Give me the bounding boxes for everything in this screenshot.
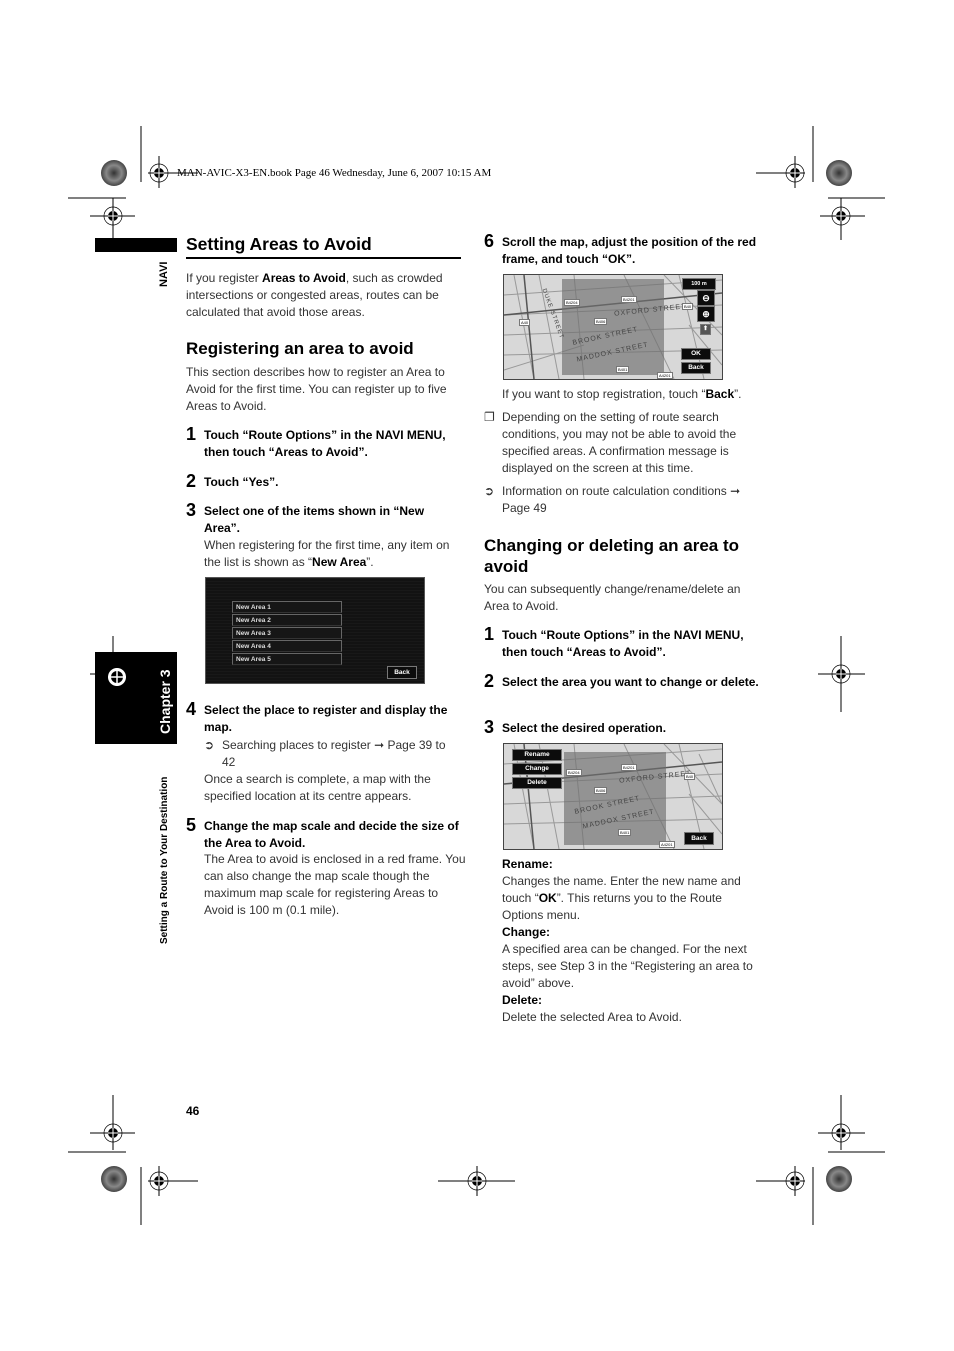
intro-text: If you register [186,271,263,285]
step-number: 6 [484,231,495,251]
step-number: 4 [186,699,197,719]
scale-value: 100 m [691,281,707,287]
section-side-label: Setting a Route to Your Destination [159,776,170,944]
step-text: Touch “Yes”. [204,475,279,489]
back-button[interactable]: Back [387,666,417,679]
definition-bold: OK [538,891,557,905]
step-number: 1 [186,424,197,444]
new-area-item[interactable]: New Area 4 [232,640,342,652]
definition-text: Delete the selected Area to Avoid. [502,1010,682,1024]
road-tag: B4201 [621,296,637,303]
step-text: Change the map scale and decide the size… [204,819,459,850]
operation-menu-item-rename[interactable]: Rename [512,749,562,761]
page-title: Setting Areas to Avoid [186,234,372,254]
road-tag: B4204 [566,769,582,776]
step-note: Once a search is complete, a map with th… [204,772,431,803]
avoid-area-frame [564,752,666,845]
definition-term: Change: [502,925,550,939]
definition-text: Changes the name. Enter the new name and… [502,873,764,924]
reference-note: ➲ Searching places to register ➞ Page 39… [204,737,459,771]
note-text-post: ”. [366,555,374,569]
step-number: 1 [484,624,495,644]
map-orientation-button[interactable]: ⬆ [700,324,711,335]
step-text: Touch “Route Options” in the NAVI MENU, … [204,428,446,459]
title-rule [186,257,461,259]
reference-text: Searching places to register ➞ Page 39 t… [222,738,446,769]
color-dial-icon [101,160,127,186]
note-item: ➲ Information on route calculation condi… [484,483,764,517]
navi-tab-bar [95,238,177,252]
definition-text: A specified area can be changed. For the… [502,942,753,990]
note-text: Information on route calculation conditi… [502,484,741,515]
road-tag: B401 [616,366,630,373]
reference-arrow-icon: ➲ [484,484,495,498]
step-number: 2 [484,671,495,691]
print-header: MAN-AVIC-X3-EN.book Page 46 Wednesday, J… [177,167,492,179]
crosshair-icon [108,668,126,686]
new-area-item[interactable]: New Area 2 [232,614,342,626]
road-tag: B406 [594,318,608,325]
step-number: 3 [484,717,495,737]
road-tag: B406 [594,787,608,794]
step-note: When registering for the first time, any… [204,537,459,571]
new-area-item[interactable]: New Area 3 [232,627,342,639]
subsection-title: Registering an area to avoid [186,339,414,358]
step-text: Select the area you want to change or de… [502,675,759,689]
stop-registration-note: If you want to stop registration, touch … [502,386,767,403]
note-text-post: ”. [734,387,742,401]
back-button[interactable]: Back [681,362,711,374]
road-tag: B4204 [564,299,580,306]
operation-menu-item-change[interactable]: Change [512,763,562,775]
definition-term: Rename: [502,857,553,871]
step-text: Select the place to register and display… [204,703,448,734]
ok-button[interactable]: OK [681,348,711,360]
step-number: 2 [186,471,197,491]
section-title: Changing or deleting an area to avoid [484,536,740,576]
note-bold: Back [705,387,735,401]
step-text: Select the desired operation. [502,721,667,735]
operation-map-screen: OXFORD STREET BROOK STREET MADDOX STREET… [503,743,723,850]
map-scale-indicator: 100 m [682,278,716,290]
note-text: Depending on the setting of route search… [502,410,737,475]
checkbox-icon: ❐ [484,410,495,424]
step-number: 3 [186,500,197,520]
back-button[interactable]: Back [684,832,714,845]
area-map-screen[interactable]: OXFORD STREET BROOK STREET MADDOX STREET… [503,274,723,380]
road-tag: B4201 [621,764,637,771]
step-text: Scroll the map, adjust the position of t… [502,235,757,266]
page-number: 46 [186,1104,200,1118]
zoom-out-button[interactable]: ⊖ [697,290,715,306]
definition-term: Delete: [502,993,543,1007]
new-area-list-screen: New Area 1 New Area 2 New Area 3 New Are… [205,577,425,684]
chapter-label: Chapter 3 [157,669,173,734]
note-bold: New Area [312,555,367,569]
note-item: ❐ Depending on the setting of route sear… [484,409,764,477]
road-tag: A4201 [659,841,675,848]
intro-bold: Areas to Avoid [262,271,346,285]
chapter-tab: Chapter 3 [95,652,177,744]
road-tag: B401 [618,829,632,836]
step-note: The Area to avoid is enclosed in a red f… [204,852,466,917]
reference-arrow-icon: ➲ [204,738,215,752]
road-tag: B40 [682,303,694,310]
section-intro: You can subsequently change/rename/delet… [484,582,741,613]
step-text: Touch “Route Options” in the NAVI MENU, … [502,628,744,659]
road-tag: A4201 [657,372,673,379]
step-text: Select one of the items shown in “New Ar… [204,504,425,535]
note-text: If you want to stop registration, touch … [502,387,706,401]
road-tag: A40 [519,319,531,326]
subsection-intro: This section describes how to register a… [186,365,447,413]
intro-paragraph: If you register Areas to Avoid, such as … [186,270,461,321]
operation-menu-item-delete[interactable]: Delete [512,777,562,789]
new-area-item[interactable]: New Area 1 [232,601,342,613]
step-number: 5 [186,815,197,835]
new-area-item[interactable]: New Area 5 [232,653,342,665]
navi-tab-label: NAVI [158,261,170,287]
zoom-in-button[interactable]: ⊕ [697,306,715,322]
road-tag: B40 [684,773,696,780]
operation-definitions: Rename: Changes the name. Enter the new … [502,856,764,1026]
